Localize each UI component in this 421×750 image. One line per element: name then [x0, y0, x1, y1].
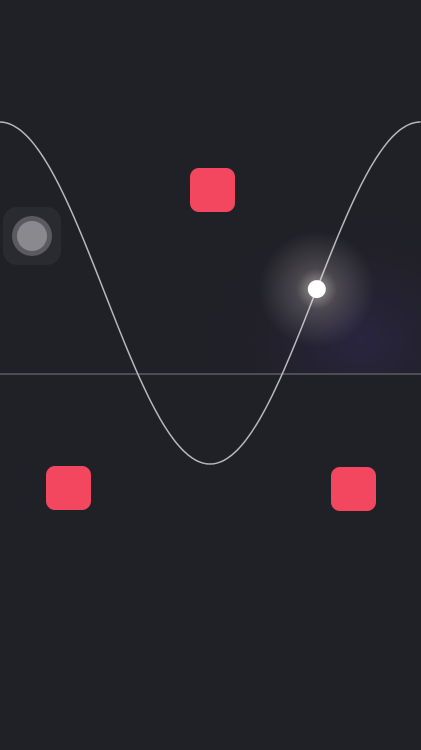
- obstacle-bottom-left: [46, 466, 91, 510]
- player-ball[interactable]: [307, 280, 326, 299]
- game-scene[interactable]: [0, 0, 421, 750]
- assistive-touch-button[interactable]: [3, 207, 61, 265]
- obstacle-top: [190, 168, 235, 212]
- obstacle-bottom-right: [331, 467, 376, 511]
- assistive-touch-icon: [17, 221, 47, 251]
